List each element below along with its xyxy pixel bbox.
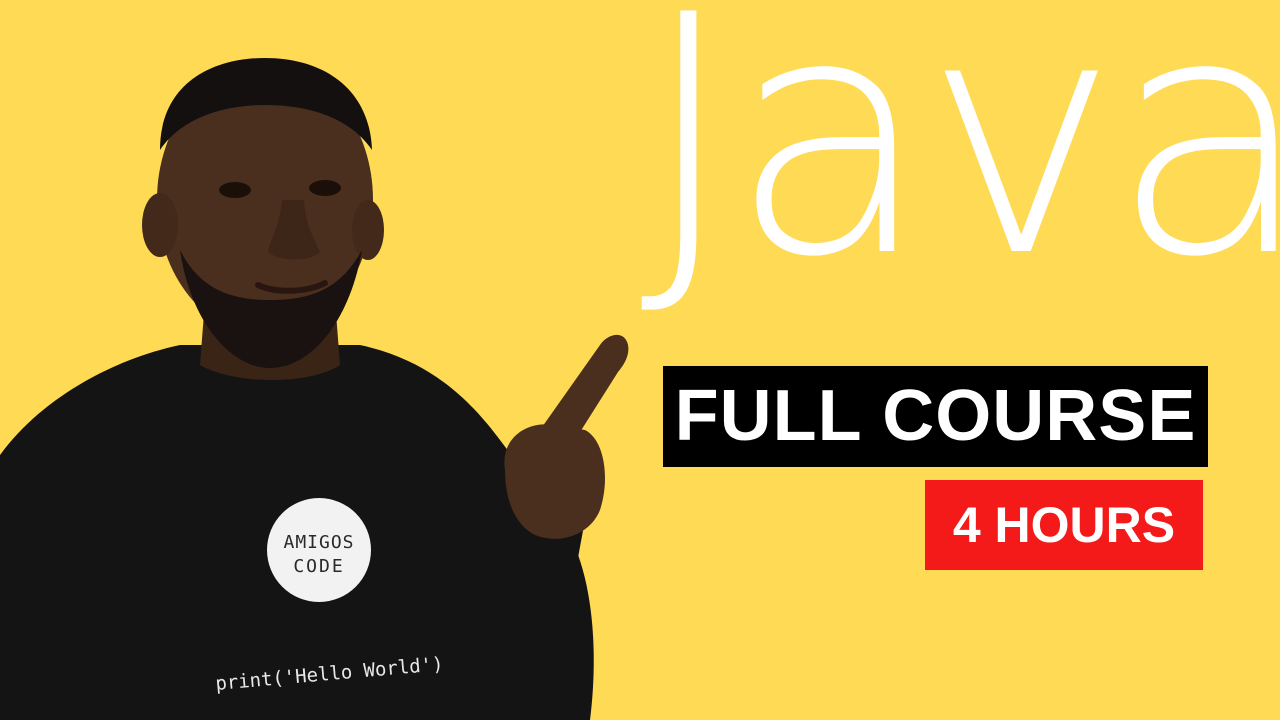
presenter-ear-right [352, 200, 384, 260]
presenter-finger [540, 334, 629, 440]
presenter-eye-right [309, 180, 341, 196]
course-title: Java [640, 0, 1280, 329]
duration-badge: 4 HOURS [925, 480, 1203, 570]
shirt-logo-line2: CODE [293, 556, 344, 577]
presenter-hand [504, 424, 605, 539]
full-course-badge: FULL COURSE [663, 366, 1208, 467]
presenter-ear-left [142, 193, 178, 257]
video-thumbnail: AMIGOS CODE print('Hello World') Java FU… [0, 0, 1280, 720]
shirt-logo-line1: AMIGOS [283, 532, 354, 553]
presenter-photo: AMIGOS CODE print('Hello World') [0, 58, 629, 720]
presenter-eye-left [219, 182, 251, 198]
